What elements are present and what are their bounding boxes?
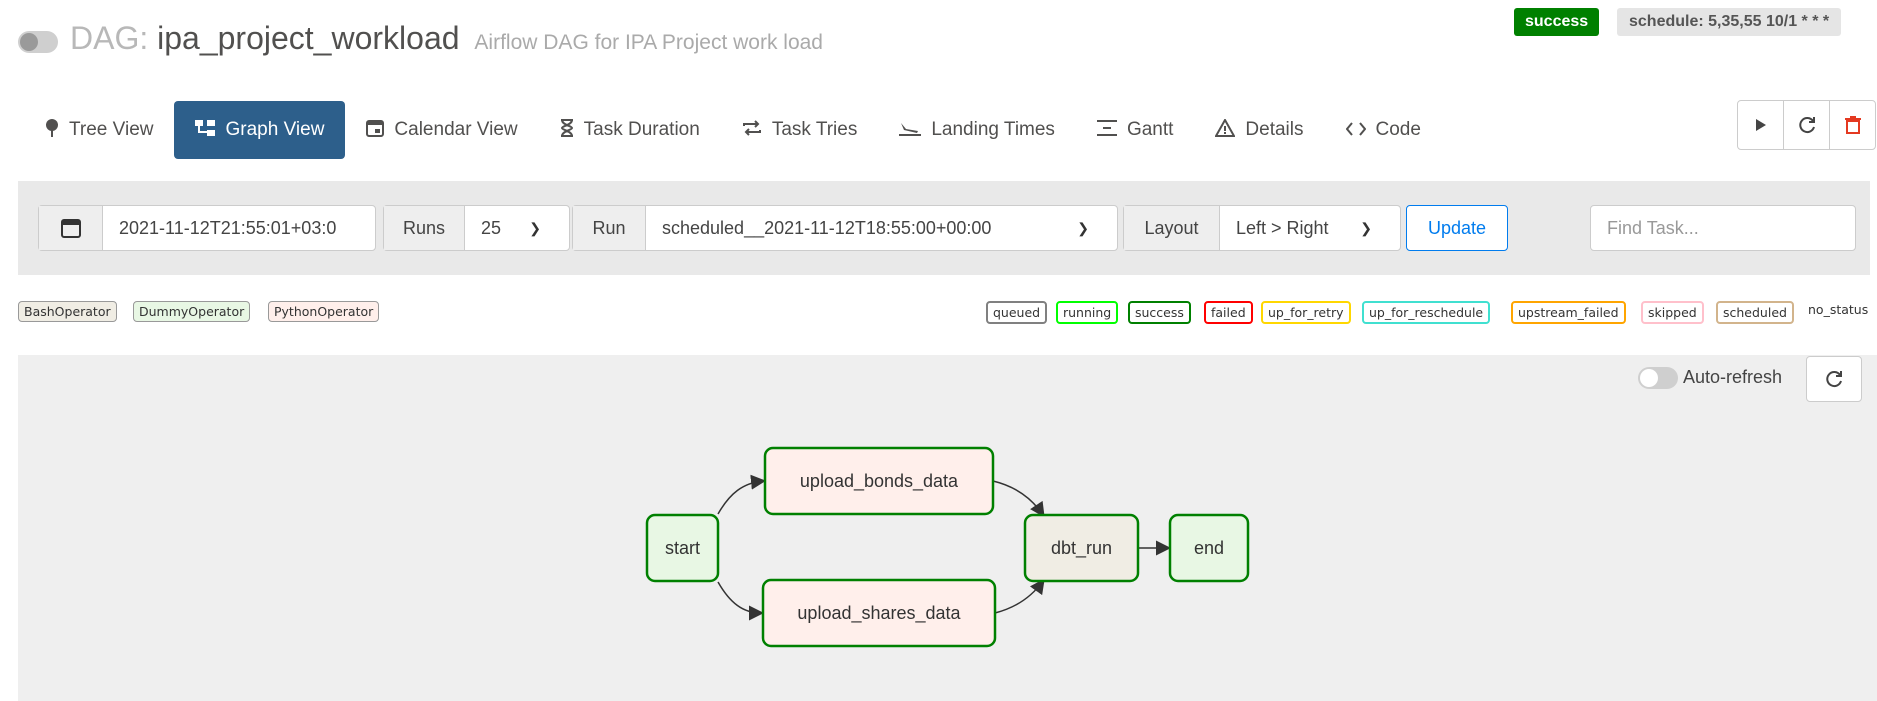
page-title: DAG: ipa_project_workload Airflow DAG fo… bbox=[70, 20, 823, 57]
tab-calendar-view[interactable]: Calendar View bbox=[345, 101, 538, 159]
node-label: start bbox=[665, 538, 700, 558]
tab-label: Details bbox=[1245, 119, 1304, 140]
base-date-input[interactable]: 2021-11-12T21:55:01+03:0 bbox=[103, 206, 352, 250]
state-legend-running[interactable]: running bbox=[1056, 301, 1119, 324]
node-label: upload_bonds_data bbox=[800, 471, 959, 492]
view-tabs: Tree View Graph View Calendar View Task … bbox=[24, 101, 1442, 159]
delete-icon bbox=[1844, 116, 1861, 134]
chevron-down-icon: ❯ bbox=[1360, 219, 1372, 236]
base-date-control: 2021-11-12T21:55:01+03:0 bbox=[38, 205, 376, 251]
trigger-dag-button[interactable] bbox=[1738, 101, 1783, 149]
dag-prefix: DAG: bbox=[70, 20, 149, 56]
operator-legend-dummy: DummyOperator bbox=[133, 301, 251, 322]
state-legend-no-status: no_status bbox=[1808, 302, 1869, 317]
task-node-start[interactable]: start bbox=[645, 513, 720, 583]
run-value: scheduled__2021-11-12T18:55:00+00:00 bbox=[662, 217, 992, 238]
operator-legend-bash: BashOperator bbox=[18, 301, 117, 322]
warning-icon bbox=[1214, 117, 1237, 142]
tab-label: Task Tries bbox=[771, 119, 858, 140]
run-control: Run scheduled__2021-11-12T18:55:00+00:00… bbox=[572, 205, 1118, 251]
runs-label: Runs bbox=[384, 206, 465, 250]
graph-canvas[interactable]: start upload_bonds_data upload_shares_da… bbox=[18, 355, 1877, 701]
layout-value: Left > Right bbox=[1236, 217, 1329, 238]
trigger-icon bbox=[1755, 119, 1766, 131]
tab-tree-view[interactable]: Tree View bbox=[24, 101, 174, 159]
dag-actions bbox=[1737, 100, 1876, 150]
runs-select[interactable]: 25 ❯ bbox=[465, 206, 569, 250]
task-node-upload-shares-data[interactable]: upload_shares_data bbox=[761, 578, 997, 648]
state-legend-upstream-failed[interactable]: upstream_failed bbox=[1511, 301, 1626, 324]
node-label: upload_shares_data bbox=[797, 603, 961, 624]
layout-control: Layout Left > Right ❯ bbox=[1123, 205, 1401, 251]
dag-description: Airflow DAG for IPA Project work load bbox=[474, 31, 823, 54]
tree-icon bbox=[45, 118, 59, 142]
tab-label: Tree View bbox=[69, 119, 154, 140]
landing-icon bbox=[899, 120, 922, 141]
update-button[interactable]: Update bbox=[1406, 205, 1508, 251]
edge-shares-dbt bbox=[994, 578, 1045, 614]
chevron-down-icon: ❯ bbox=[1077, 219, 1089, 236]
tab-landing-times[interactable]: Landing Times bbox=[878, 101, 1076, 159]
tab-code[interactable]: Code bbox=[1325, 101, 1442, 159]
state-legend-up-for-reschedule[interactable]: up_for_reschedule bbox=[1362, 301, 1491, 324]
retry-icon bbox=[742, 119, 762, 141]
delete-dag-button[interactable] bbox=[1829, 101, 1875, 149]
layout-label: Layout bbox=[1124, 206, 1220, 250]
find-task-input[interactable]: Find Task... bbox=[1590, 205, 1856, 251]
runs-control: Runs 25 ❯ bbox=[383, 205, 570, 251]
refresh-icon bbox=[1798, 117, 1815, 134]
state-legend-skipped[interactable]: skipped bbox=[1641, 301, 1704, 324]
task-node-upload-bonds-data[interactable]: upload_bonds_data bbox=[763, 446, 995, 516]
tab-label: Landing Times bbox=[931, 119, 1055, 140]
task-node-end[interactable]: end bbox=[1168, 513, 1250, 583]
auto-refresh-toggle[interactable] bbox=[1638, 367, 1678, 389]
graph-refresh-button[interactable] bbox=[1806, 356, 1862, 402]
tab-details[interactable]: Details bbox=[1194, 101, 1324, 159]
tab-label: Graph View bbox=[225, 119, 325, 140]
calendar-icon bbox=[366, 119, 385, 142]
graph-icon bbox=[195, 119, 216, 141]
state-legend-queued[interactable]: queued bbox=[986, 301, 1048, 324]
status-badge: success bbox=[1514, 8, 1600, 36]
edge-start-shares bbox=[717, 581, 764, 621]
refresh-icon bbox=[1826, 371, 1842, 388]
state-legend-up-for-retry[interactable]: up_for_retry bbox=[1261, 301, 1351, 324]
tab-label: Code bbox=[1375, 119, 1421, 140]
auto-refresh-label: Auto-refresh bbox=[1683, 367, 1783, 387]
run-select[interactable]: scheduled__2021-11-12T18:55:00+00:00 ❯ bbox=[646, 206, 1117, 250]
code-icon bbox=[1345, 120, 1366, 141]
edge-bonds-dbt bbox=[992, 480, 1045, 518]
node-label: end bbox=[1194, 538, 1224, 558]
dag-pause-toggle[interactable] bbox=[18, 31, 58, 53]
tab-label: Task Duration bbox=[583, 119, 700, 140]
runs-value: 25 bbox=[481, 217, 502, 238]
tab-graph-view[interactable]: Graph View bbox=[174, 101, 346, 159]
schedule-badge: schedule: 5,35,55 10/1 * * * bbox=[1617, 8, 1842, 36]
state-legend-success[interactable]: success bbox=[1128, 301, 1191, 324]
tab-label: Gantt bbox=[1126, 119, 1174, 140]
dag-id: ipa_project_workload bbox=[157, 20, 460, 56]
state-legend-scheduled[interactable]: scheduled bbox=[1716, 301, 1794, 324]
calendar-icon bbox=[60, 219, 81, 238]
tab-gantt[interactable]: Gantt bbox=[1076, 101, 1194, 159]
node-label: dbt_run bbox=[1051, 538, 1112, 559]
hourglass-icon bbox=[560, 118, 574, 142]
tab-task-duration[interactable]: Task Duration bbox=[539, 101, 721, 159]
chevron-down-icon: ❯ bbox=[529, 219, 541, 236]
tab-label: Calendar View bbox=[394, 119, 518, 140]
calendar-picker-button[interactable] bbox=[39, 206, 103, 250]
state-legend-failed[interactable]: failed bbox=[1204, 301, 1253, 324]
run-label: Run bbox=[573, 206, 646, 250]
task-node-dbt-run[interactable]: dbt_run bbox=[1023, 513, 1140, 583]
layout-select[interactable]: Left > Right ❯ bbox=[1220, 206, 1400, 250]
operator-legend-python: PythonOperator bbox=[268, 301, 380, 322]
tab-task-tries[interactable]: Task Tries bbox=[721, 101, 879, 159]
dag-graph: start upload_bonds_data upload_shares_da… bbox=[645, 446, 1250, 648]
edge-start-bonds bbox=[717, 474, 766, 515]
refresh-dag-button[interactable] bbox=[1783, 101, 1829, 149]
gantt-icon bbox=[1096, 119, 1117, 141]
